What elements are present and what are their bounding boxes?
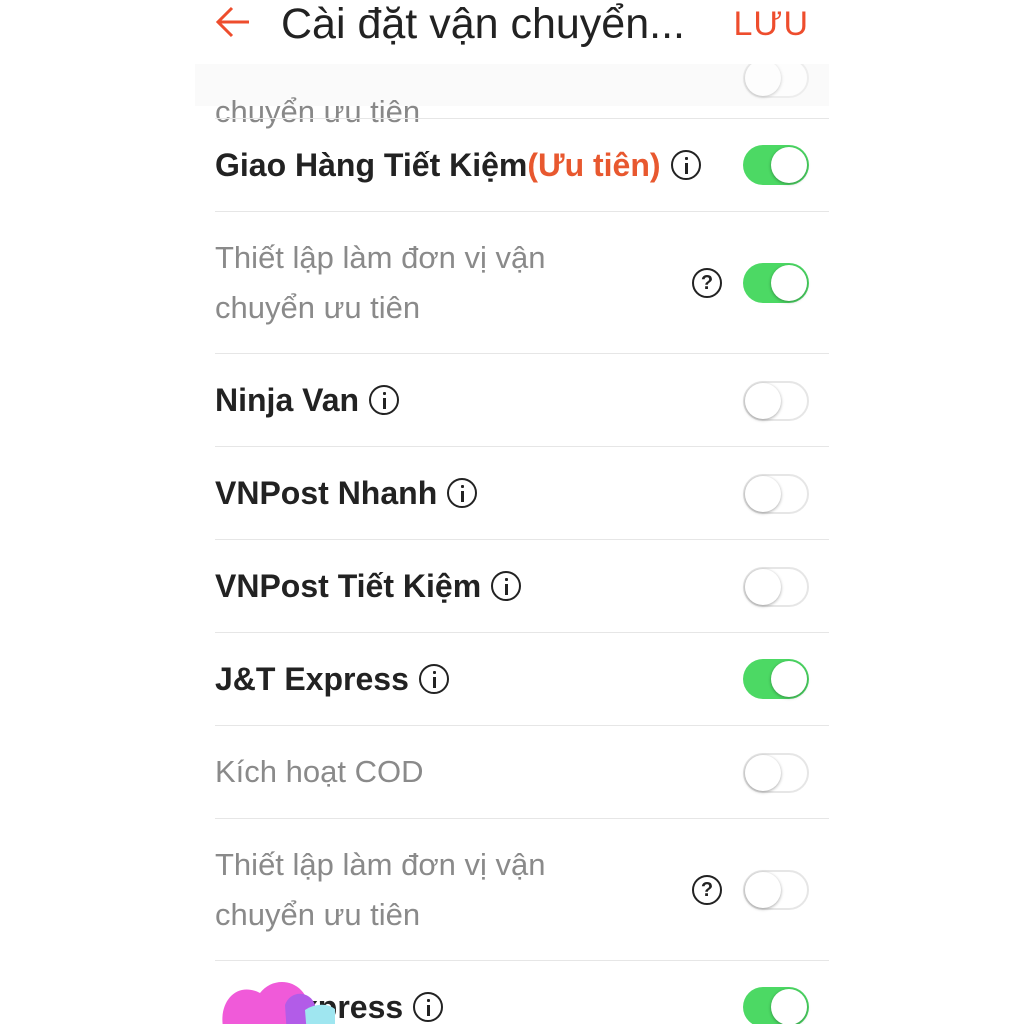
toggle-knob — [771, 147, 807, 183]
carrier-label: Ninja Van — [215, 375, 400, 425]
info-icon[interactable] — [369, 384, 400, 415]
cod-setting-row: Kích hoạt COD — [215, 725, 829, 818]
carrier-label: VNPost Tiết Kiệm — [215, 561, 522, 611]
info-icon[interactable] — [670, 149, 701, 180]
carrier-label: VNPost Nhanh — [215, 468, 478, 518]
priority-setting-line1: Thiết lập làm đơn vị vận — [215, 847, 546, 882]
priority-setting-row: Thiết lập làm đơn vị vận chuyển ưu tiên … — [215, 211, 829, 353]
toggle-knob — [771, 661, 807, 697]
page-title: Cài đặt vận chuyển... — [281, 0, 685, 48]
toggle-knob — [745, 383, 781, 419]
carrier-toggle-jt-express[interactable] — [743, 659, 809, 699]
priority-toggle-ghtk[interactable] — [743, 263, 809, 303]
priority-setting-line2: chuyển ưu tiên — [215, 290, 421, 325]
carrier-name: VNPost Tiết Kiệm — [215, 568, 482, 604]
carrier-name: J&T Express — [215, 661, 409, 697]
carrier-name: Ninja Van — [215, 382, 360, 418]
carrier-name: VNPost Nhanh — [215, 475, 438, 511]
priority-setting-row: Thiết lập làm đơn vị vận chuyển ưu tiên … — [215, 818, 829, 960]
priority-setting-line2: chuyển ưu tiên — [215, 897, 421, 932]
toggle-knob — [771, 989, 807, 1024]
help-icon[interactable]: ? — [692, 875, 722, 905]
carrier-toggle-express[interactable] — [743, 987, 809, 1024]
priority-toggle-jt[interactable] — [743, 870, 809, 910]
toggle-knob — [745, 60, 781, 96]
priority-badge: (Ưu tiên) — [527, 147, 661, 183]
carrier-toggle-ghtk[interactable] — [743, 145, 809, 185]
info-icon[interactable] — [418, 663, 449, 694]
carrier-row-vnpost-nhanh: VNPost Nhanh — [215, 446, 829, 539]
shipping-settings-screen: chuyển ưu tiên Cài đặt vận chuyển... LƯU… — [195, 0, 829, 1024]
back-arrow-icon[interactable] — [215, 6, 251, 38]
app-bar: Cài đặt vận chuyển... LƯU — [195, 0, 829, 64]
toggle-knob — [745, 569, 781, 605]
carrier-label: J&T Express — [215, 654, 449, 704]
carrier-name: Giao Hàng Tiết Kiệm — [215, 147, 528, 183]
carrier-label: Giao Hàng Tiết Kiệm(Ưu tiên) — [215, 140, 701, 190]
info-icon[interactable] — [413, 991, 444, 1022]
carrier-toggle-ninja-van[interactable] — [743, 381, 809, 421]
carrier-row-vnpost-tiet-kiem: VNPost Tiết Kiệm — [215, 539, 829, 632]
carrier-row-ninja-van: Ninja Van — [215, 353, 829, 446]
cod-setting-label: Kích hoạt COD — [215, 754, 424, 789]
carrier-row-ghtk: Giao Hàng Tiết Kiệm(Ưu tiên) — [215, 118, 829, 211]
priority-setting-line1: Thiết lập làm đơn vị vận — [215, 240, 546, 275]
help-icon[interactable]: ? — [692, 268, 722, 298]
heart-sticker-icon — [222, 982, 335, 1024]
save-button[interactable]: LƯU — [734, 4, 810, 44]
info-icon[interactable] — [447, 477, 478, 508]
toggle-knob — [745, 476, 781, 512]
priority-toggle-partial[interactable] — [743, 58, 809, 98]
toggle-knob — [771, 265, 807, 301]
info-icon[interactable] — [491, 570, 522, 601]
carrier-toggle-vnpost-tiet-kiem[interactable] — [743, 567, 809, 607]
toggle-knob — [745, 755, 781, 791]
toggle-knob — [745, 872, 781, 908]
carrier-row-jt-express: J&T Express — [215, 632, 829, 725]
carrier-toggle-vnpost-nhanh[interactable] — [743, 474, 809, 514]
cod-toggle[interactable] — [743, 753, 809, 793]
